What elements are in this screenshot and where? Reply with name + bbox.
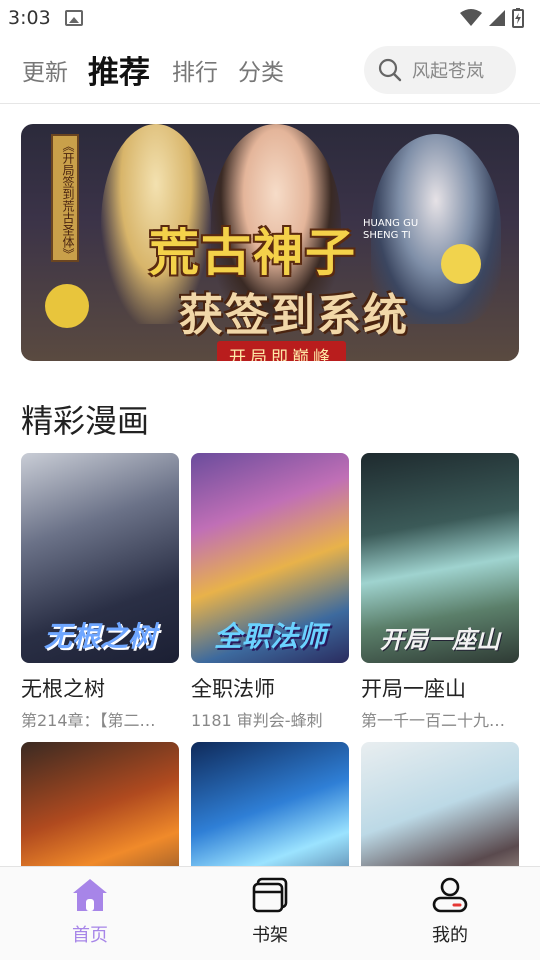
tab-recommend[interactable]: 推荐 [88,47,150,92]
section-title: 精彩漫画 [21,402,150,440]
tab-categories[interactable]: 分类 [238,53,284,87]
status-bar: 3:03 [0,0,540,36]
comic-title: 开局一座山 [361,677,466,701]
comic-latest-chapter: 第214章：【第二… [21,711,156,730]
banner-moon-left [45,284,89,328]
bottom-navigation: 首页 书架 我的 [0,866,540,960]
comic-cover-title: 无根之树 [43,620,156,653]
comic-cover-title: 全职法师 [213,620,326,653]
tab-updates[interactable]: 更新 [22,53,68,87]
comic-latest-chapter: 1181 审判会-蜂刺 [191,711,323,730]
comic-cover: 全职法师 [191,453,349,663]
tab-ranking[interactable]: 排行 [172,53,218,87]
search-input[interactable]: 风起苍岚 [364,46,516,94]
nav-home[interactable]: 首页 [0,867,180,960]
banner-pinyin: HUANG GU SHENG TI [363,218,419,241]
image-notification-icon [64,10,83,26]
battery-icon [512,8,524,28]
top-tab-bar: 更新 推荐 排行 分类 风起苍岚 [0,36,540,104]
search-placeholder: 风起苍岚 [412,61,484,82]
comic-title: 全职法师 [191,677,275,701]
comic-card[interactable]: 无根之树 无根之树 第214章：【第二… [21,453,179,731]
comic-cover: 开局一座山 [361,453,519,663]
nav-bookshelf[interactable]: 书架 [180,867,360,960]
banner-title-line2: 获签到系统 [179,290,409,341]
banner-moon [441,244,481,284]
banner-vertical-scroll: 《开局签到荒古圣体》 [51,134,79,262]
banner-title-line1: 荒古神子 [149,223,357,282]
banner-tag: 开局即巅峰 [217,341,346,361]
comic-title: 无根之树 [21,677,105,701]
bookshelf-icon [252,877,288,913]
status-time: 3:03 [8,7,51,29]
home-icon [73,879,107,911]
comic-card[interactable]: 全职法师 全职法师 1181 审判会-蜂刺 [191,453,349,731]
nav-home-label: 首页 [72,925,108,946]
comic-latest-chapter: 第一千一百二十九… [361,711,506,730]
comic-cover: 无根之树 [21,453,179,663]
nav-bookshelf-label: 书架 [252,925,288,946]
comic-card[interactable]: 开局一座山 开局一座山 第一千一百二十九… [361,453,519,731]
wifi-icon [460,9,482,26]
search-icon [378,58,402,82]
comic-cover-title: 开局一座山 [380,626,500,654]
signal-icon [489,10,505,26]
nav-profile-label: 我的 [432,925,468,946]
profile-icon [432,877,468,913]
nav-profile[interactable]: 我的 [360,867,540,960]
featured-banner[interactable]: 《开局签到荒古圣体》 HUANG GU SHENG TI 荒古神子 获签到系统 开… [21,124,519,361]
status-icons [460,8,524,28]
